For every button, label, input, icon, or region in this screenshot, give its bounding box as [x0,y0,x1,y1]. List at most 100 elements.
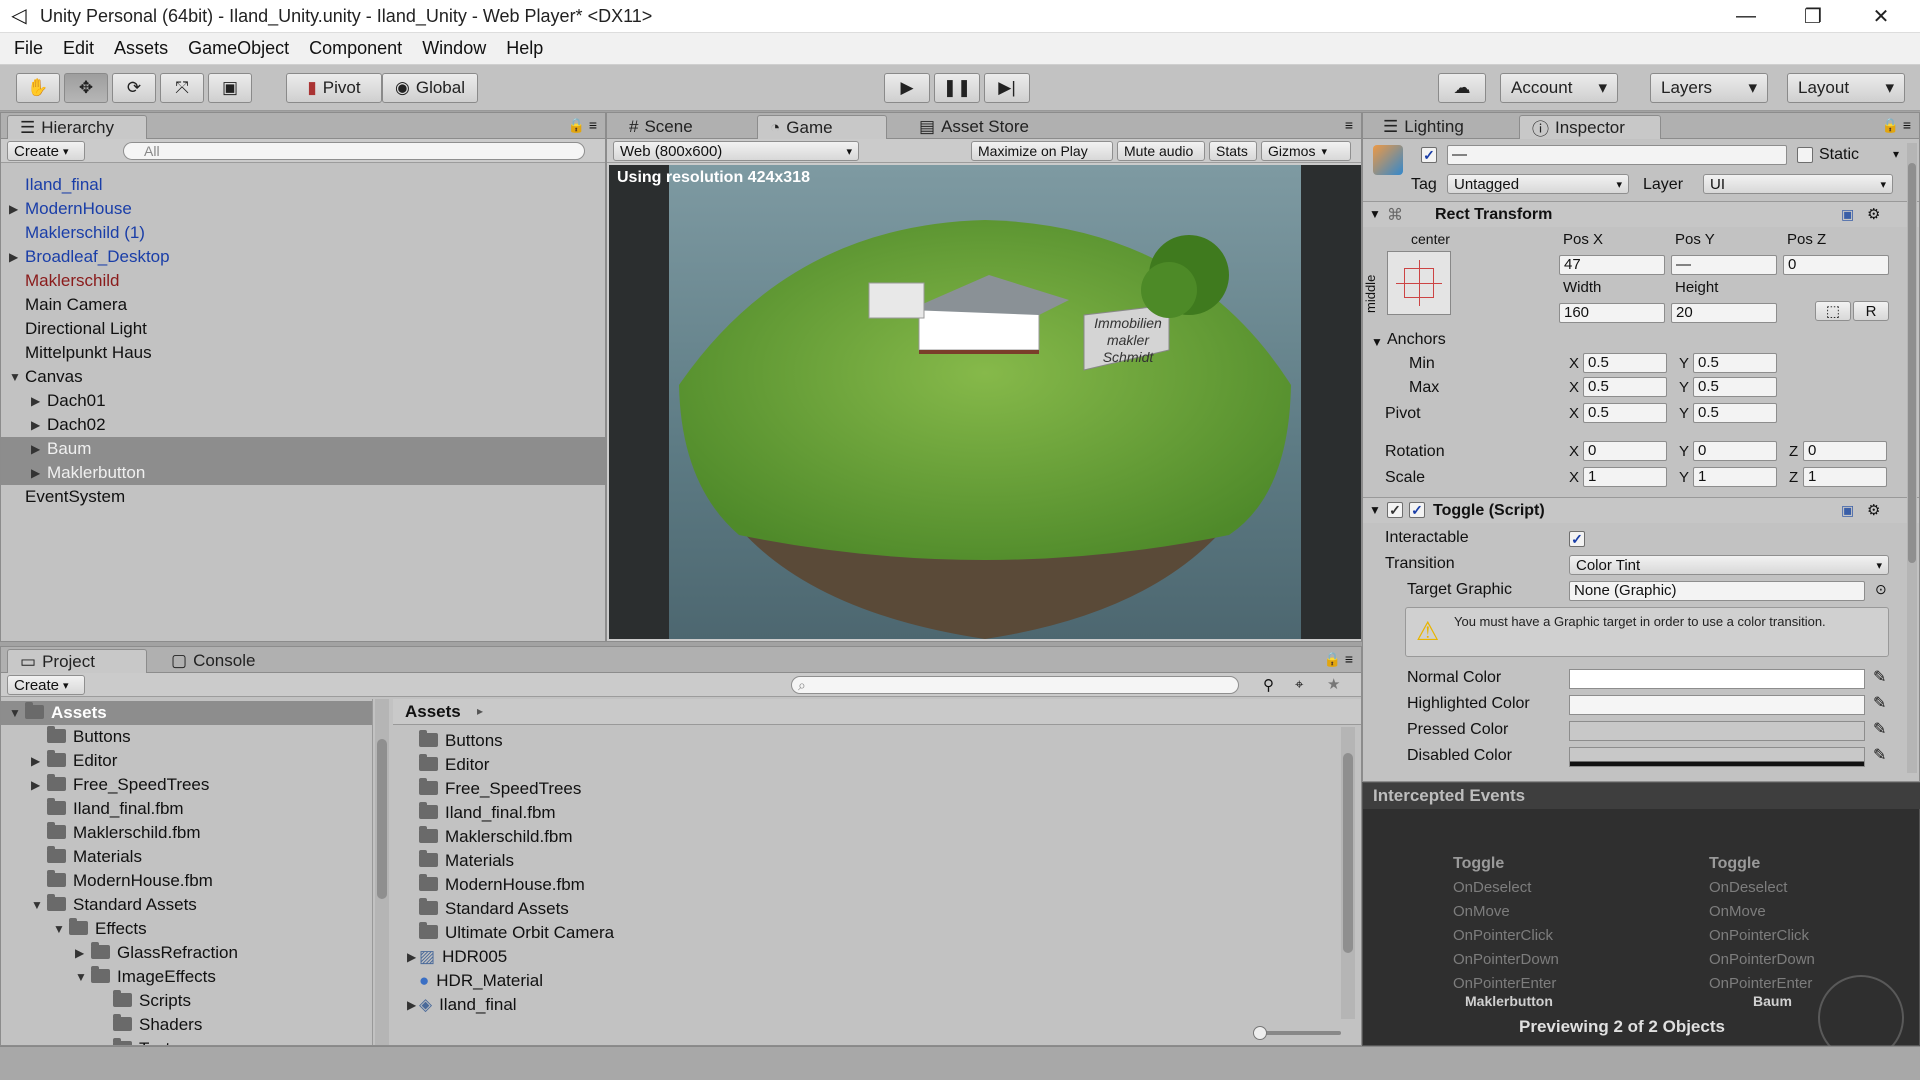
gizmos-dropdown[interactable]: Gizmos ▾ [1261,141,1351,161]
project-file-item[interactable]: Materials [393,849,1333,873]
project-tree-item[interactable]: ▶ GlassRefraction [1,941,372,965]
menu-assets[interactable]: Assets [104,38,178,59]
hierarchy-item[interactable]: Maklerschild (1) [1,221,605,245]
target-graphic-field[interactable]: None (Graphic) [1569,581,1865,601]
component-gear-icon[interactable]: ⚙ [1867,501,1880,519]
project-file-item[interactable]: ModernHouse.fbm [393,873,1333,897]
max-y-field[interactable]: 0.5 [1693,377,1777,397]
close-button[interactable]: ✕ [1848,0,1914,33]
layer-dropdown[interactable]: UI ▾ [1703,174,1893,194]
tab-game[interactable]: ◔ Game [757,115,887,139]
disabled-color-swatch[interactable] [1569,747,1865,767]
project-file-item[interactable]: Maklerschild.fbm [393,825,1333,849]
files-scroll-thumb[interactable] [1343,753,1353,953]
panel-menu-icon[interactable]: 🔒 ≡ [1882,117,1912,134]
hierarchy-item[interactable]: Mittelpunkt Haus [1,341,605,365]
project-tree-item[interactable]: Iland_final.fbm [1,797,372,821]
eyedropper-icon[interactable]: ✎ [1873,719,1886,739]
expand-arrow-icon[interactable]: ▼ [1369,207,1381,221]
min-y-field[interactable]: 0.5 [1693,353,1777,373]
layout-dropdown[interactable]: Layout ▾ [1787,73,1905,103]
static-dropdown-icon[interactable]: ▾ [1893,147,1899,161]
project-file-item[interactable]: Free_SpeedTrees [393,777,1333,801]
max-x-field[interactable]: 0.5 [1583,377,1667,397]
collapsed-arrow-icon[interactable]: ▶ [31,773,40,797]
hierarchy-item[interactable]: ▶ Broadleaf_Desktop [1,245,605,269]
project-tree-item[interactable]: Shaders [1,1013,372,1037]
collapsed-arrow-icon[interactable]: ▶ [31,413,40,437]
anchor-presets-button[interactable] [1387,251,1451,315]
game-viewport[interactable]: Immobilien makler Schmidt Using resoluti… [609,165,1361,639]
hierarchy-item[interactable]: ▶ Dach02 [1,413,605,437]
favorite-star-icon[interactable]: ★ [1327,675,1340,693]
project-tree-item[interactable]: ▼ Effects [1,917,372,941]
component-gear-icon[interactable]: ⚙ [1867,205,1880,223]
menu-window[interactable]: Window [412,38,496,59]
account-dropdown[interactable]: Account ▾ [1500,73,1618,103]
collapsed-arrow-icon[interactable]: ▶ [31,437,40,461]
tag-dropdown[interactable]: Untagged ▾ [1447,174,1629,194]
eyedropper-icon[interactable]: ✎ [1873,667,1886,687]
resolution-dropdown[interactable]: Web (800x600) ▾ [613,141,859,161]
project-tree-item[interactable]: Scripts [1,989,372,1013]
scale-z-field[interactable]: 1 [1803,467,1887,487]
collapsed-arrow-icon[interactable]: ▶ [31,461,40,485]
hierarchy-item[interactable]: ▶ ModernHouse [1,197,605,221]
tree-scrollbar[interactable] [375,699,389,1045]
cloud-button[interactable]: ☁ [1438,73,1486,103]
hierarchy-item[interactable]: ▶ Maklerbutton [1,461,605,485]
normal-color-swatch[interactable] [1569,669,1865,689]
restore-button[interactable]: ❐ [1780,0,1846,33]
expanded-arrow-icon[interactable]: ▼ [9,701,21,725]
filter-label-icon[interactable]: ⌖ [1295,676,1303,693]
expanded-arrow-icon[interactable]: ▼ [9,365,21,389]
rot-z-field[interactable]: 0 [1803,441,1887,461]
tab-hierarchy[interactable]: ☰ Hierarchy [7,115,147,139]
events-header[interactable]: Intercepted Events [1363,783,1920,809]
icon-size-slider-handle[interactable] [1253,1026,1267,1040]
rect-transform-header[interactable]: ▼ ⌘ Rect Transform ▣ ⚙ [1363,201,1919,227]
eyedropper-icon[interactable]: ✎ [1873,745,1886,765]
scale-y-field[interactable]: 1 [1693,467,1777,487]
project-tree-item[interactable]: Maklerschild.fbm [1,821,372,845]
posy-field[interactable]: — [1671,255,1777,275]
interactable-checkbox[interactable]: ✓ [1569,531,1585,547]
object-name-field[interactable]: — [1447,145,1787,165]
expanded-arrow-icon[interactable]: ▼ [75,965,87,989]
project-file-item[interactable]: Ultimate Orbit Camera [393,921,1333,945]
tab-asset-store[interactable]: ▤ Asset Store [907,115,1041,139]
tab-lighting[interactable]: ☰ Lighting [1371,115,1476,139]
menu-gameobject[interactable]: GameObject [178,38,299,59]
menu-help[interactable]: Help [496,38,553,59]
hierarchy-item[interactable]: ▼ Canvas [1,365,605,389]
hierarchy-item[interactable]: Iland_final [1,173,605,197]
hierarchy-create-dropdown[interactable]: Create ▾ [7,141,85,161]
tab-scene[interactable]: # Scene [617,115,705,139]
project-file-item[interactable]: Standard Assets [393,897,1333,921]
help-book-icon[interactable]: ▣ [1841,206,1854,223]
collapsed-arrow-icon[interactable]: ▶ [75,941,84,965]
collapsed-arrow-icon[interactable]: ▶ [9,197,18,221]
project-tree-item[interactable]: ▼ Assets [1,701,372,725]
pivot-button[interactable]: ▮ Pivot [286,73,382,103]
hierarchy-item[interactable]: ▶ Dach01 [1,389,605,413]
width-field[interactable]: 160 [1559,303,1665,323]
expanded-arrow-icon[interactable]: ▼ [53,917,65,941]
hierarchy-item[interactable]: EventSystem [1,485,605,509]
layers-dropdown[interactable]: Layers ▾ [1650,73,1768,103]
project-tree-item[interactable]: ▶ Editor [1,749,372,773]
eyedropper-icon[interactable]: ✎ [1873,693,1886,713]
pause-button[interactable]: ❚❚ [934,73,980,103]
menu-file[interactable]: File [4,38,53,59]
inspector-scroll-thumb[interactable] [1908,163,1916,563]
menu-edit[interactable]: Edit [53,38,104,59]
project-tree-item[interactable]: Buttons [1,725,372,749]
filter-type-icon[interactable]: ⚲ [1263,676,1274,694]
files-scrollbar[interactable] [1341,727,1355,1019]
collapsed-arrow-icon[interactable]: ▶ [31,389,40,413]
expand-arrow-icon[interactable]: ▼ [1369,503,1381,517]
project-tree-item[interactable]: ▼ ImageEffects [1,965,372,989]
scale-tool-button[interactable]: ⤧ [160,73,204,103]
hand-tool-button[interactable]: ✋ [16,73,60,103]
static-checkbox[interactable]: ✓ [1797,147,1813,163]
